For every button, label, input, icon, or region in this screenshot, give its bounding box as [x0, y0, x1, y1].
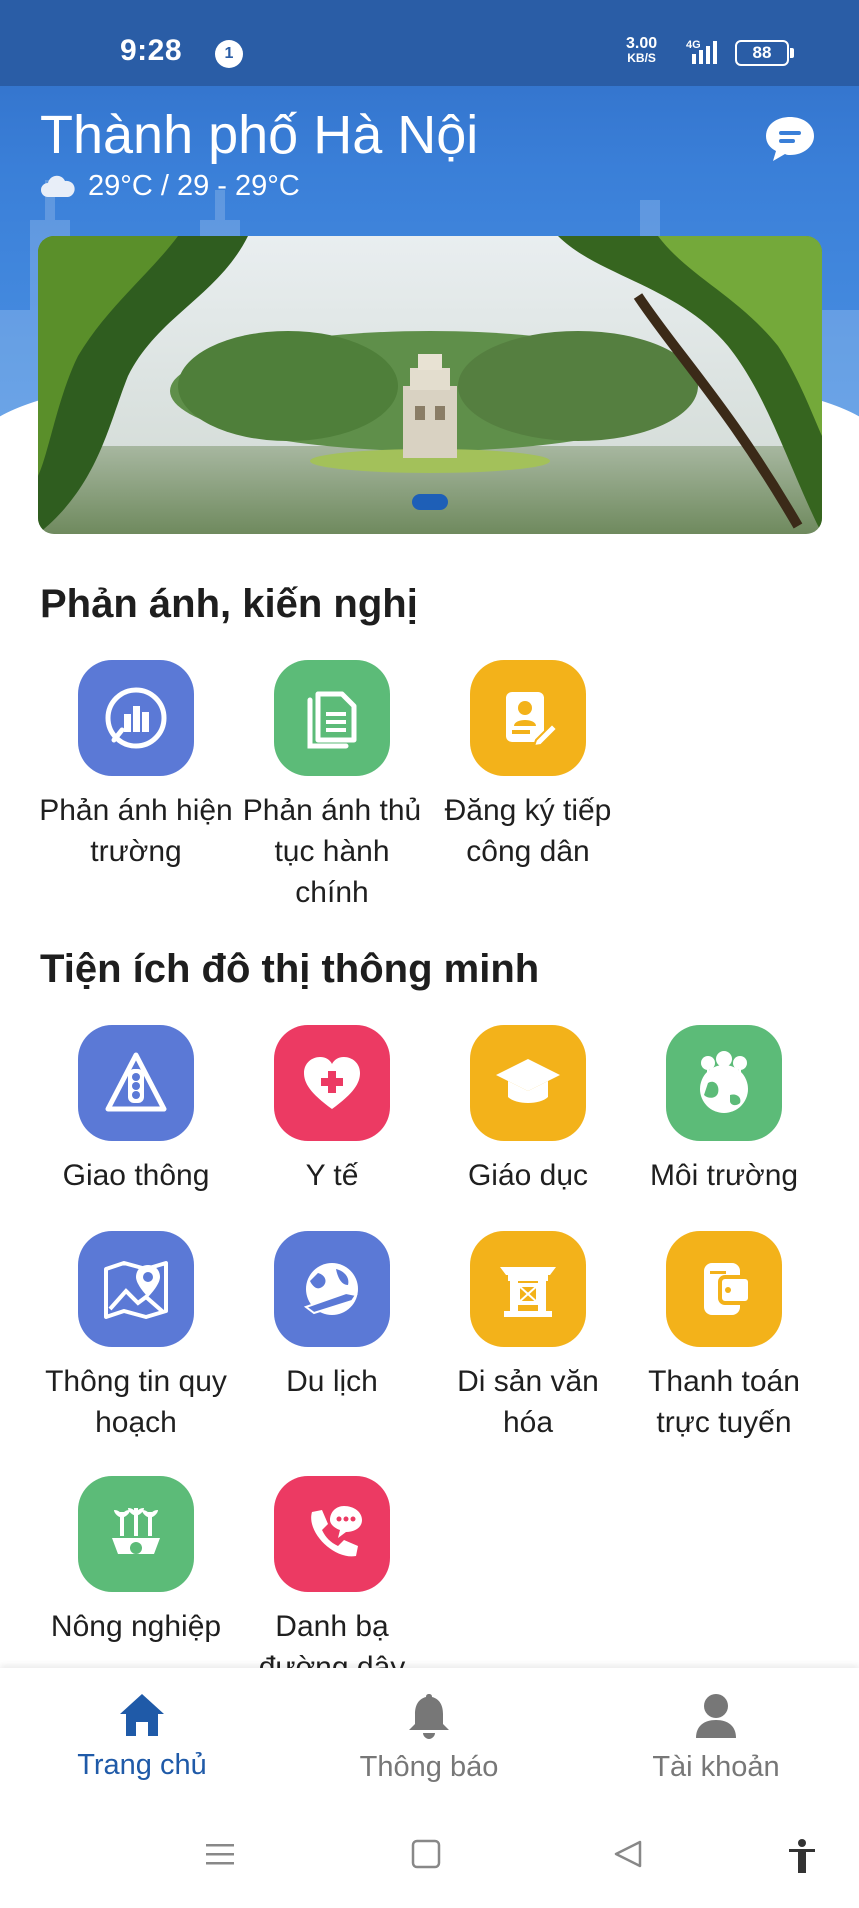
graduation-cap-icon	[470, 1025, 586, 1141]
speed-unit: KB/S	[627, 51, 656, 65]
tile-planning-info[interactable]: Thông tin quy hoạch	[38, 1231, 234, 1443]
back-icon[interactable]	[612, 1838, 644, 1870]
tile-label: Thanh toán trực tuyến	[648, 1365, 800, 1439]
status-time: 9:28	[120, 34, 183, 67]
home-icon	[120, 1694, 164, 1736]
user-icon	[696, 1694, 736, 1738]
tile-health[interactable]: Y tế	[234, 1025, 430, 1196]
nav-notifications-label: Thông báo	[359, 1751, 499, 1783]
chat-icon[interactable]	[764, 115, 816, 163]
tile-label: Thông tin quy hoạch	[45, 1365, 227, 1439]
bell-icon	[409, 1694, 449, 1739]
tile-citizen-registration[interactable]: Đăng ký tiếp công dân	[430, 660, 626, 872]
tile-admin-procedure[interactable]: Phản ánh thủ tục hành chính	[234, 660, 430, 913]
nav-account-label: Tài khoản	[652, 1751, 780, 1783]
tile-label: Phản ánh hiện trường	[39, 794, 233, 868]
status-bar: 9:28 1 3.00 KB/S 4G 88	[0, 0, 859, 86]
banner-image	[38, 236, 822, 534]
menu-icon[interactable]	[204, 1838, 236, 1870]
tile-label: Nông nghiệp	[50, 1610, 222, 1643]
tile-education[interactable]: Giáo dục	[430, 1025, 626, 1196]
accessibility-icon[interactable]	[786, 1838, 818, 1874]
phone-chat-icon	[274, 1476, 390, 1592]
tile-label: Y tế	[305, 1159, 359, 1192]
tile-tourism[interactable]: Du lịch	[234, 1231, 430, 1402]
tile-traffic[interactable]: Giao thông	[38, 1025, 234, 1196]
nav-home[interactable]: Trang chủ	[32, 1692, 252, 1782]
tile-label: Đăng ký tiếp công dân	[444, 794, 612, 868]
heritage-gate-icon	[470, 1231, 586, 1347]
city-report-icon	[78, 660, 194, 776]
carousel-indicator[interactable]	[412, 494, 448, 510]
notification-count-badge: 1	[215, 40, 243, 68]
tile-online-payment[interactable]: Thanh toán trực tuyến	[626, 1231, 822, 1443]
nav-home-label: Trang chủ	[77, 1749, 207, 1781]
heart-health-icon	[274, 1025, 390, 1141]
network-type: 4G	[686, 39, 701, 51]
tile-environment[interactable]: Môi trường	[626, 1025, 822, 1196]
tile-label: Di sản văn hóa	[457, 1365, 599, 1439]
earth-trees-icon	[666, 1025, 782, 1141]
agriculture-icon	[78, 1476, 194, 1592]
bottom-navigation: Trang chủ Thông báo Tài khoản	[0, 1668, 859, 1808]
weather-info: 29°C / 29 - 29°C	[40, 170, 300, 203]
tile-cultural-heritage[interactable]: Di sản văn hóa	[430, 1231, 626, 1443]
tile-hotline-directory[interactable]: Danh bạ đường dây	[234, 1476, 430, 1688]
city-title: Thành phố Hà Nội	[40, 105, 479, 165]
feedback-section-title: Phản ánh, kiến nghị	[40, 582, 418, 626]
signal-icon: 4G	[686, 39, 717, 64]
network-speed: 3.00 KB/S	[626, 36, 657, 66]
tile-label: Giao thông	[62, 1159, 210, 1192]
map-pin-icon	[78, 1231, 194, 1347]
tile-label: Môi trường	[649, 1159, 799, 1192]
document-icon	[274, 660, 390, 776]
globe-plane-icon	[274, 1231, 390, 1347]
cloud-icon	[41, 175, 75, 197]
tile-agriculture[interactable]: Nông nghiệp	[38, 1476, 234, 1647]
tile-label: Phản ánh thủ tục hành chính	[242, 794, 422, 909]
banner-carousel[interactable]	[38, 236, 822, 534]
tile-label: Du lịch	[286, 1365, 378, 1398]
tile-field-report[interactable]: Phản ánh hiện trường	[38, 660, 234, 872]
home-square-icon[interactable]	[410, 1838, 442, 1870]
smart-city-section-title: Tiện ích đô thị thông minh	[40, 947, 540, 991]
citizen-registration-icon	[470, 660, 586, 776]
traffic-light-icon	[78, 1025, 194, 1141]
tile-label: Giáo dục	[467, 1159, 589, 1192]
nav-account[interactable]: Tài khoản	[606, 1692, 826, 1784]
nav-notifications[interactable]: Thông báo	[319, 1692, 539, 1784]
speed-value: 3.00	[626, 35, 658, 52]
weather-text: 29°C / 29 - 29°C	[88, 170, 300, 202]
wallet-icon	[666, 1231, 782, 1347]
system-navigation-bar	[0, 1808, 859, 1908]
battery-icon: 88	[735, 40, 794, 66]
